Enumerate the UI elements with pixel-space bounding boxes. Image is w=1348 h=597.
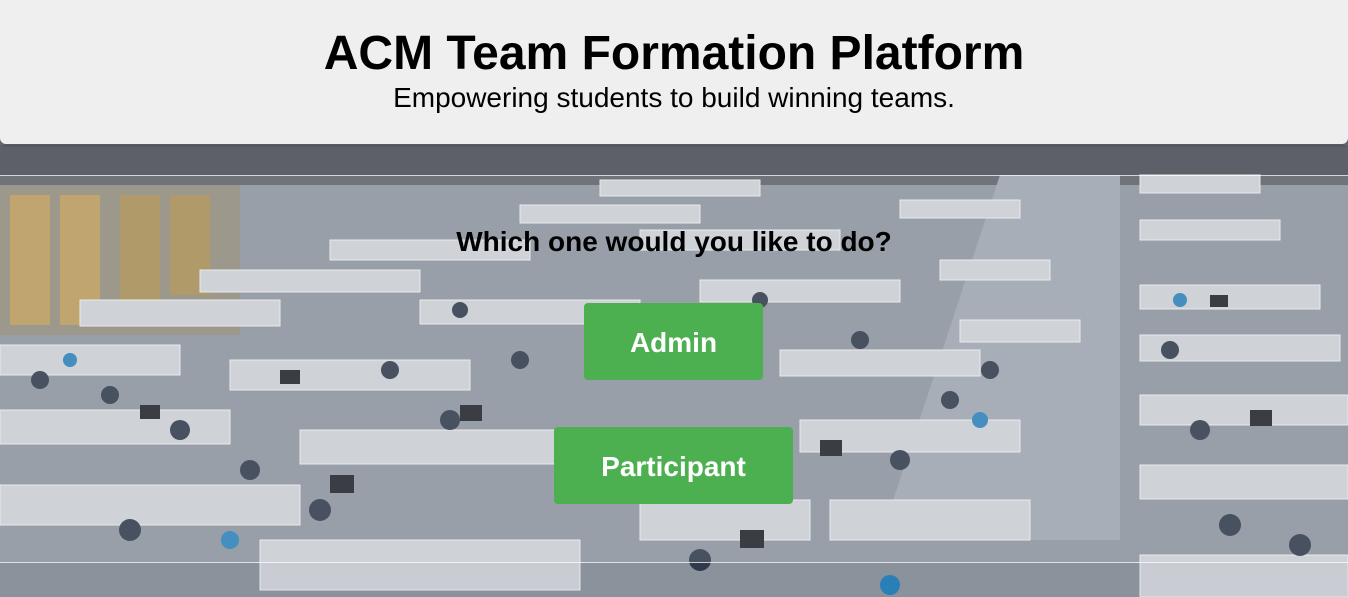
page-title: ACM Team Formation Platform	[323, 27, 1025, 80]
page: ACM Team Formation Platform Empowering s…	[0, 0, 1348, 597]
page-header: ACM Team Formation Platform Empowering s…	[0, 0, 1348, 144]
role-question: Which one would you like to do?	[456, 226, 892, 257]
participant-button[interactable]: Participant	[554, 427, 793, 504]
admin-button[interactable]: Admin	[584, 303, 763, 380]
page-subtitle: Empowering students to build winning tea…	[393, 82, 955, 113]
